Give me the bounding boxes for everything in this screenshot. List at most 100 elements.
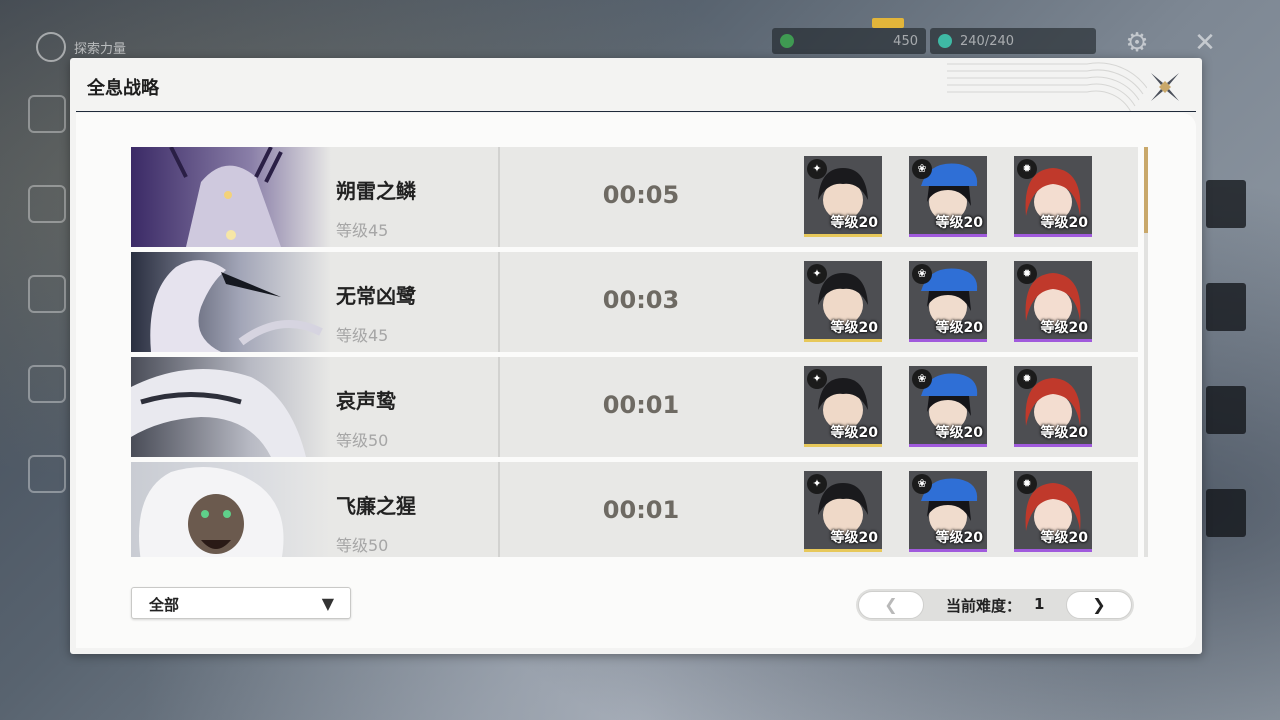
rail-icon — [28, 185, 66, 223]
character-card[interactable]: ❀ 等级20 — [909, 366, 987, 447]
boss-name: 朔雷之鳞 — [336, 179, 416, 203]
boss-row[interactable]: 飞廉之猩 等级50 00:01 ✦ 等级20 ❀ 等级20 ✹ 等级20 — [131, 462, 1138, 557]
boss-portrait — [131, 462, 331, 557]
rail-icon — [28, 455, 66, 493]
rail-card — [1206, 386, 1246, 434]
character-card[interactable]: ✹ 等级20 — [1014, 261, 1092, 342]
character-level: 等级20 — [935, 320, 983, 336]
clear-time: 00:05 — [602, 181, 680, 209]
aero-icon: ❀ — [912, 369, 932, 389]
boss-row[interactable]: 无常凶鹭 等级45 00:03 ✦ 等级20 ❀ 等级20 ✹ 等级20 — [131, 252, 1138, 352]
aero-icon: ❀ — [912, 474, 932, 494]
rail-card — [1206, 283, 1246, 331]
rail-card — [1206, 489, 1246, 537]
spectro-icon: ✦ — [807, 474, 827, 494]
resource-counter-a: 450 — [772, 28, 926, 54]
rail-icon — [28, 275, 66, 313]
resource-b-icon — [938, 34, 952, 48]
close-button[interactable] — [1148, 70, 1182, 104]
character-card[interactable]: ✦ 等级20 — [804, 366, 882, 447]
row-divider — [498, 462, 500, 557]
settings-icon: ⚙ — [1125, 28, 1149, 58]
character-level: 等级20 — [1040, 530, 1088, 546]
clear-time: 00:03 — [602, 286, 680, 314]
holographic-strategy-dialog: 全息战略 朔雷之鳞 等级45 00:05 ✦ 等级20 ❀ 等级20 ✹ 等级2… — [70, 58, 1202, 654]
rail-icon — [28, 365, 66, 403]
character-card[interactable]: ❀ 等级20 — [909, 156, 987, 237]
boss-level: 等级45 — [336, 326, 389, 345]
rail-icon — [28, 95, 66, 133]
character-card[interactable]: ❀ 等级20 — [909, 261, 987, 342]
character-level: 等级20 — [830, 530, 878, 546]
spectro-icon: ✦ — [807, 264, 827, 284]
team-lineup: ✦ 等级20 ❀ 等级20 ✹ 等级20 — [804, 366, 1092, 447]
boss-level: 等级45 — [336, 221, 389, 240]
character-card[interactable]: ✹ 等级20 — [1014, 156, 1092, 237]
spectro-icon: ✦ — [807, 369, 827, 389]
boss-portrait — [131, 147, 331, 247]
character-level: 等级20 — [830, 320, 878, 336]
next-difficulty-button[interactable]: ❯ — [1066, 591, 1132, 619]
character-level: 等级20 — [1040, 320, 1088, 336]
boss-portrait — [131, 252, 331, 352]
filter-selected-value: 全部 — [149, 596, 180, 614]
character-card[interactable]: ✦ 等级20 — [804, 471, 882, 552]
character-card[interactable]: ✦ 等级20 — [804, 261, 882, 342]
right-side-rail — [1206, 180, 1246, 640]
clear-time: 00:01 — [602, 496, 680, 524]
row-divider — [498, 147, 500, 247]
close-icon — [1151, 73, 1179, 101]
filter-dropdown[interactable]: 全部 ▼ — [131, 587, 351, 619]
character-level: 等级20 — [935, 425, 983, 441]
aero-icon: ❀ — [912, 159, 932, 179]
hud-emblem-icon — [36, 32, 66, 62]
boss-name: 飞廉之猩 — [336, 494, 416, 518]
dialog-header: 全息战略 — [70, 58, 1202, 112]
header-decoration — [947, 62, 1147, 112]
row-divider — [498, 252, 500, 352]
resource-a-value: 450 — [893, 33, 918, 49]
previous-difficulty-button[interactable]: ❮ — [858, 591, 924, 619]
boss-level: 等级50 — [336, 536, 389, 555]
boss-level: 等级50 — [336, 431, 389, 450]
boss-name: 无常凶鹭 — [336, 284, 416, 308]
boss-row[interactable]: 哀声鸷 等级50 00:01 ✦ 等级20 ❀ 等级20 ✹ 等级20 — [131, 357, 1138, 457]
character-card[interactable]: ✹ 等级20 — [1014, 366, 1092, 447]
boss-list: 朔雷之鳞 等级45 00:05 ✦ 等级20 ❀ 等级20 ✹ 等级20 无常凶… — [131, 147, 1138, 557]
fusion-icon: ✹ — [1017, 474, 1037, 494]
character-card[interactable]: ✹ 等级20 — [1014, 471, 1092, 552]
dialog-title: 全息战略 — [87, 78, 159, 99]
header-divider — [76, 111, 1196, 112]
boss-row[interactable]: 朔雷之鳞 等级45 00:05 ✦ 等级20 ❀ 等级20 ✹ 等级20 — [131, 147, 1138, 247]
team-lineup: ✦ 等级20 ❀ 等级20 ✹ 等级20 — [804, 156, 1092, 237]
character-card[interactable]: ❀ 等级20 — [909, 471, 987, 552]
difficulty-label: 当前难度： — [946, 597, 1022, 615]
character-level: 等级20 — [1040, 425, 1088, 441]
hud-title-text: 探索力量 — [74, 41, 127, 57]
character-level: 等级20 — [830, 425, 878, 441]
boss-name: 哀声鸷 — [336, 389, 396, 413]
hud-close-icon: ✕ — [1194, 28, 1216, 58]
character-level: 等级20 — [935, 530, 983, 546]
clear-time: 00:01 — [602, 391, 680, 419]
row-divider — [498, 357, 500, 457]
aero-icon: ❀ — [912, 264, 932, 284]
fusion-icon: ✹ — [1017, 264, 1037, 284]
team-lineup: ✦ 等级20 ❀ 等级20 ✹ 等级20 — [804, 471, 1092, 552]
spectro-icon: ✦ — [807, 159, 827, 179]
resource-badge — [872, 18, 904, 28]
boss-portrait — [131, 357, 331, 457]
fusion-icon: ✹ — [1017, 369, 1037, 389]
character-level: 等级20 — [830, 215, 878, 231]
rail-card — [1206, 180, 1246, 228]
fusion-icon: ✹ — [1017, 159, 1037, 179]
difficulty-pager: ❮ 当前难度： 1 ❯ — [856, 589, 1134, 621]
resource-b-value: 240/240 — [960, 33, 1015, 49]
character-card[interactable]: ✦ 等级20 — [804, 156, 882, 237]
chevron-down-icon: ▼ — [321, 594, 334, 613]
resource-counter-b: 240/240 — [930, 28, 1096, 54]
scrollbar-thumb[interactable] — [1144, 147, 1148, 233]
resource-a-icon — [780, 34, 794, 48]
team-lineup: ✦ 等级20 ❀ 等级20 ✹ 等级20 — [804, 261, 1092, 342]
left-menu-rail — [28, 95, 70, 545]
